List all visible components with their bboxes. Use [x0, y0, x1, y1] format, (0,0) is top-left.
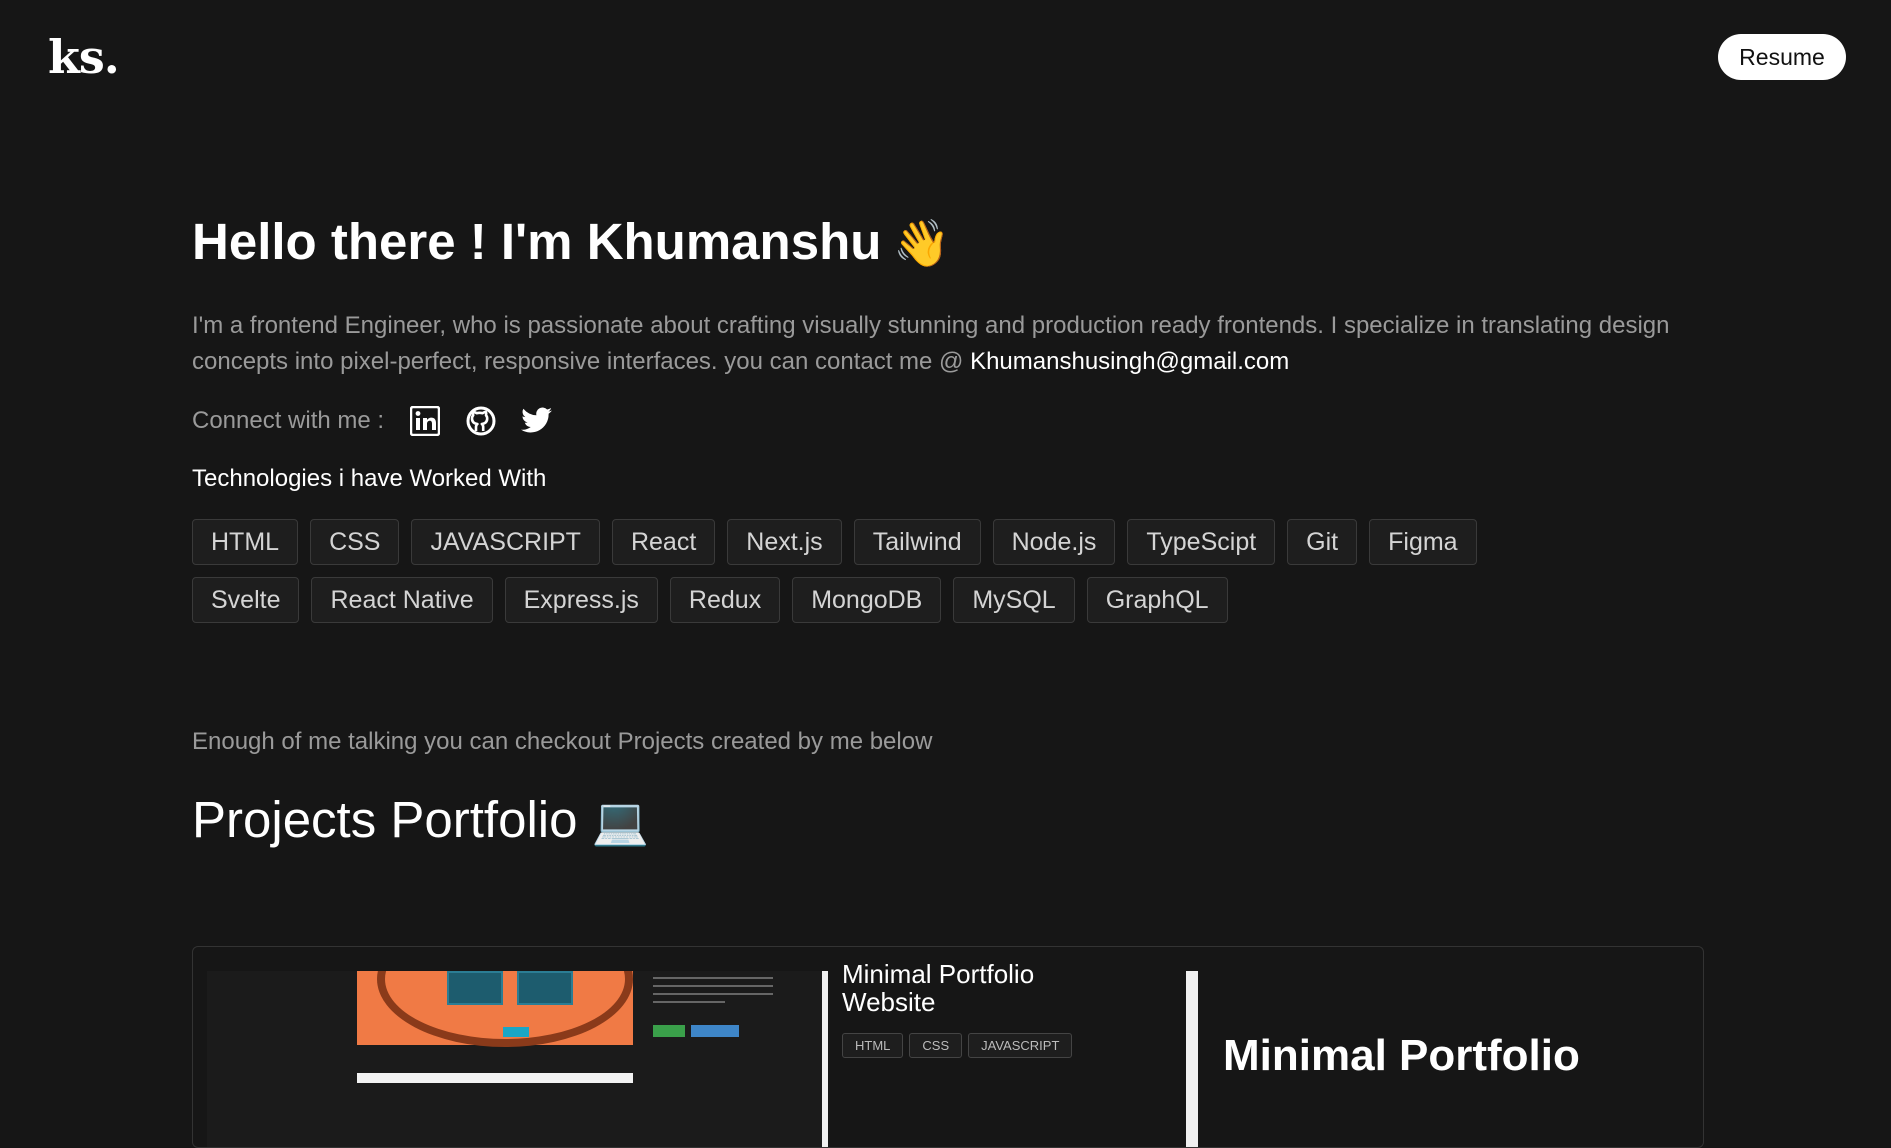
screenshot-card	[447, 971, 503, 1005]
screenshot-white-bar	[357, 1073, 633, 1083]
hero-title: Hello there ! I'm Khumanshu 👋	[192, 212, 951, 271]
tech-tag: Express.js	[504, 577, 658, 623]
tech-tag: Next.js	[727, 519, 842, 565]
technology-tags: HTML CSS JAVASCRIPT React Next.js Tailwi…	[192, 519, 1592, 623]
tech-tag: HTML	[192, 519, 299, 565]
screenshot-text-line	[653, 993, 773, 995]
intro-text: I'm a frontend Engineer, who is passiona…	[192, 312, 1670, 375]
projects-title: Projects Portfolio 💻	[192, 790, 649, 849]
screenshot-text-line	[653, 977, 773, 979]
screenshot-github-button	[653, 1025, 685, 1037]
screenshot-text-line	[653, 985, 773, 987]
preview-tag: HTML	[842, 1033, 904, 1058]
preview-partial-title: Minimal Portfolio	[842, 959, 1035, 989]
technologies-heading: Technologies i have Worked With	[192, 465, 547, 492]
project-title: Minimal Portfolio	[1223, 1031, 1580, 1080]
tech-tag: CSS	[310, 519, 400, 565]
preview-tag: JAVASCRIPT	[968, 1033, 1073, 1058]
projects-intro: Enough of me talking you can checkout Pr…	[192, 728, 933, 755]
tech-tag: MongoDB	[792, 577, 942, 623]
project-card[interactable]: Minimal Portfolio Website HTML CSS JAVAS…	[192, 946, 1704, 1148]
laptop-emoji-icon: 💻	[591, 795, 649, 847]
tech-tag: MySQL	[953, 577, 1075, 623]
site-logo[interactable]: ks.	[48, 30, 120, 84]
project-preview: Minimal Portfolio Website HTML CSS JAVAS…	[828, 959, 1190, 1147]
connect-label: Connect with me :	[192, 407, 385, 434]
tech-tag: Tailwind	[853, 519, 981, 565]
twitter-icon[interactable]	[520, 404, 554, 438]
screenshot-card	[517, 971, 573, 1005]
hero-title-text: Hello there ! I'm Khumanshu	[192, 213, 882, 270]
resume-button[interactable]: Resume	[1718, 34, 1846, 80]
preview-site-title: Website	[842, 987, 936, 1017]
github-icon[interactable]	[464, 404, 498, 438]
tech-tag: Node.js	[992, 519, 1116, 565]
preview-tags: HTML CSS JAVASCRIPT	[842, 1033, 1073, 1058]
projects-title-text: Projects Portfolio	[192, 791, 578, 848]
email-link[interactable]: Khumanshusingh@gmail.com	[970, 348, 1289, 375]
tech-tag: Svelte	[192, 577, 300, 623]
screenshot-text-block	[653, 971, 773, 1009]
tech-tag: Redux	[669, 577, 781, 623]
screenshot-button	[503, 1027, 529, 1037]
tech-tag: Git	[1287, 519, 1358, 565]
linkedin-icon[interactable]	[408, 404, 442, 438]
connect-row: Connect with me :	[192, 404, 554, 438]
intro-paragraph: I'm a frontend Engineer, who is passiona…	[192, 308, 1712, 380]
tech-tag: React	[611, 519, 716, 565]
screenshot-text-line	[653, 1001, 725, 1003]
preview-scrollbar[interactable]	[1186, 971, 1198, 1147]
tech-tag: JAVASCRIPT	[411, 519, 600, 565]
tech-tag: React Native	[311, 577, 493, 623]
tech-tag: TypeScipt	[1127, 519, 1276, 565]
tech-tag: Figma	[1369, 519, 1477, 565]
screenshot-deployment-button	[691, 1025, 739, 1037]
wave-emoji-icon: 👋	[893, 217, 951, 269]
preview-tag: CSS	[909, 1033, 963, 1058]
tech-tag: GraphQL	[1086, 577, 1228, 623]
